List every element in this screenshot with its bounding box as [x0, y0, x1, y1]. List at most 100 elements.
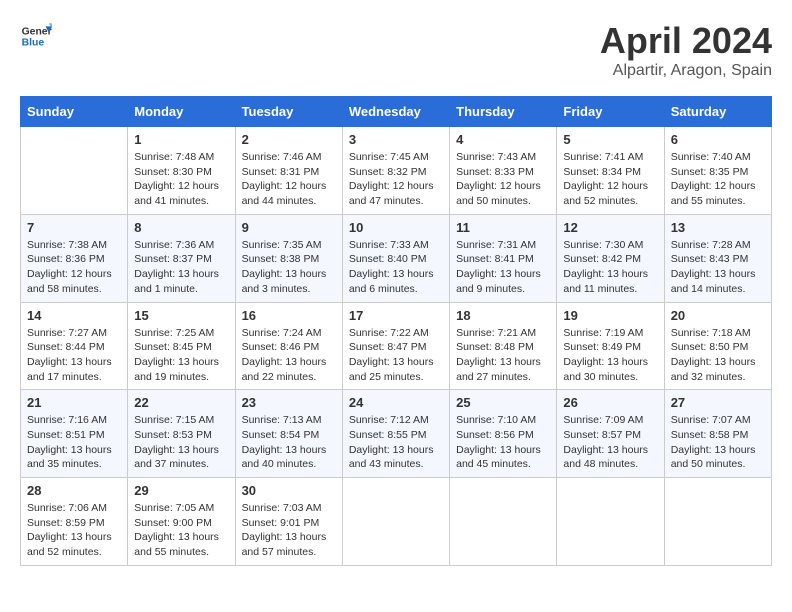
- day-number: 23: [242, 395, 336, 410]
- column-headers: SundayMondayTuesdayWednesdayThursdayFrid…: [21, 97, 772, 127]
- col-header-sunday: Sunday: [21, 97, 128, 127]
- day-number: 27: [671, 395, 765, 410]
- day-number: 30: [242, 483, 336, 498]
- day-number: 2: [242, 132, 336, 147]
- day-number: 28: [27, 483, 121, 498]
- day-number: 17: [349, 308, 443, 323]
- day-number: 29: [134, 483, 228, 498]
- calendar-cell: 5 Sunrise: 7:41 AM Sunset: 8:34 PM Daylig…: [557, 127, 664, 215]
- calendar-cell: 28 Sunrise: 7:06 AM Sunset: 8:59 PM Dayli…: [21, 478, 128, 566]
- day-info: Sunrise: 7:16 AM Sunset: 8:51 PM Dayligh…: [27, 413, 121, 472]
- calendar-cell: 6Sunrise: 7:40 AM Sunset: 8:35 PM Daylig…: [664, 127, 771, 215]
- col-header-monday: Monday: [128, 97, 235, 127]
- day-number: 16: [242, 308, 336, 323]
- calendar-cell: 15Sunrise: 7:25 AM Sunset: 8:45 PM Dayli…: [128, 302, 235, 390]
- calendar-cell: 30 Sunrise: 7:03 AM Sunset: 9:01 PM Dayli…: [235, 478, 342, 566]
- day-number: 10: [349, 220, 443, 235]
- col-header-wednesday: Wednesday: [342, 97, 449, 127]
- day-number: 11: [456, 220, 550, 235]
- day-info: Sunrise: 7:03 AM Sunset: 9:01 PM Dayligh…: [242, 501, 336, 560]
- location-title: Alpartir, Aragon, Spain: [600, 62, 772, 80]
- calendar-cell: 25Sunrise: 7:10 AM Sunset: 8:56 PM Dayli…: [450, 390, 557, 478]
- day-number: 13: [671, 220, 765, 235]
- col-header-saturday: Saturday: [664, 97, 771, 127]
- day-info: Sunrise: 7:48 AM Sunset: 8:30 PM Dayligh…: [134, 150, 228, 209]
- day-info: Sunrise: 7:35 AM Sunset: 8:38 PM Dayligh…: [242, 238, 336, 297]
- day-info: Sunrise: 7:19 AM Sunset: 8:49 PM Dayligh…: [563, 326, 657, 385]
- day-info: Sunrise: 7:28 AM Sunset: 8:43 PM Dayligh…: [671, 238, 765, 297]
- logo-icon: General Blue: [20, 20, 52, 52]
- day-info: Sunrise: 7:30 AM Sunset: 8:42 PM Dayligh…: [563, 238, 657, 297]
- title-block: April 2024 Alpartir, Aragon, Spain: [600, 20, 772, 80]
- calendar-cell: [450, 478, 557, 566]
- day-info: Sunrise: 7:07 AM Sunset: 8:58 PM Dayligh…: [671, 413, 765, 472]
- day-info: Sunrise: 7:31 AM Sunset: 8:41 PM Dayligh…: [456, 238, 550, 297]
- day-number: 15: [134, 308, 228, 323]
- calendar-cell: 10 Sunrise: 7:33 AM Sunset: 8:40 PM Dayli…: [342, 214, 449, 302]
- day-number: 4: [456, 132, 550, 147]
- calendar-cell: 2 Sunrise: 7:46 AM Sunset: 8:31 PM Daylig…: [235, 127, 342, 215]
- day-info: Sunrise: 7:10 AM Sunset: 8:56 PM Dayligh…: [456, 413, 550, 472]
- day-number: 7: [27, 220, 121, 235]
- logo: General Blue: [20, 20, 52, 52]
- day-number: 18: [456, 308, 550, 323]
- day-info: Sunrise: 7:15 AM Sunset: 8:53 PM Dayligh…: [134, 413, 228, 472]
- day-number: 12: [563, 220, 657, 235]
- calendar-cell: 16 Sunrise: 7:24 AM Sunset: 8:46 PM Dayli…: [235, 302, 342, 390]
- day-info: Sunrise: 7:21 AM Sunset: 8:48 PM Dayligh…: [456, 326, 550, 385]
- day-info: Sunrise: 7:06 AM Sunset: 8:59 PM Dayligh…: [27, 501, 121, 560]
- day-number: 3: [349, 132, 443, 147]
- calendar-cell: [21, 127, 128, 215]
- day-number: 20: [671, 308, 765, 323]
- day-info: Sunrise: 7:33 AM Sunset: 8:40 PM Dayligh…: [349, 238, 443, 297]
- calendar-cell: 23 Sunrise: 7:13 AM Sunset: 8:54 PM Dayli…: [235, 390, 342, 478]
- calendar-cell: [342, 478, 449, 566]
- day-info: Sunrise: 7:12 AM Sunset: 8:55 PM Dayligh…: [349, 413, 443, 472]
- calendar-cell: 27 Sunrise: 7:07 AM Sunset: 8:58 PM Dayli…: [664, 390, 771, 478]
- day-info: Sunrise: 7:27 AM Sunset: 8:44 PM Dayligh…: [27, 326, 121, 385]
- day-info: Sunrise: 7:46 AM Sunset: 8:31 PM Dayligh…: [242, 150, 336, 209]
- calendar-cell: 4 Sunrise: 7:43 AM Sunset: 8:33 PM Daylig…: [450, 127, 557, 215]
- col-header-thursday: Thursday: [450, 97, 557, 127]
- day-number: 9: [242, 220, 336, 235]
- calendar-cell: 11 Sunrise: 7:31 AM Sunset: 8:41 PM Dayli…: [450, 214, 557, 302]
- day-info: Sunrise: 7:38 AM Sunset: 8:36 PM Dayligh…: [27, 238, 121, 297]
- day-number: 24: [349, 395, 443, 410]
- day-info: Sunrise: 7:22 AM Sunset: 8:47 PM Dayligh…: [349, 326, 443, 385]
- day-number: 5: [563, 132, 657, 147]
- calendar-cell: 18 Sunrise: 7:21 AM Sunset: 8:48 PM Dayli…: [450, 302, 557, 390]
- calendar-cell: 21Sunrise: 7:16 AM Sunset: 8:51 PM Dayli…: [21, 390, 128, 478]
- calendar-cell: 26Sunrise: 7:09 AM Sunset: 8:57 PM Dayli…: [557, 390, 664, 478]
- week-row-3: 14 Sunrise: 7:27 AM Sunset: 8:44 PM Dayli…: [21, 302, 772, 390]
- day-info: Sunrise: 7:43 AM Sunset: 8:33 PM Dayligh…: [456, 150, 550, 209]
- calendar-cell: 22Sunrise: 7:15 AM Sunset: 8:53 PM Dayli…: [128, 390, 235, 478]
- day-info: Sunrise: 7:45 AM Sunset: 8:32 PM Dayligh…: [349, 150, 443, 209]
- week-row-4: 21Sunrise: 7:16 AM Sunset: 8:51 PM Dayli…: [21, 390, 772, 478]
- calendar-cell: 1 Sunrise: 7:48 AM Sunset: 8:30 PM Daylig…: [128, 127, 235, 215]
- calendar-cell: 13 Sunrise: 7:28 AM Sunset: 8:43 PM Dayli…: [664, 214, 771, 302]
- day-info: Sunrise: 7:40 AM Sunset: 8:35 PM Dayligh…: [671, 150, 765, 209]
- day-info: Sunrise: 7:09 AM Sunset: 8:57 PM Dayligh…: [563, 413, 657, 472]
- day-number: 1: [134, 132, 228, 147]
- day-info: Sunrise: 7:24 AM Sunset: 8:46 PM Dayligh…: [242, 326, 336, 385]
- calendar-cell: 20Sunrise: 7:18 AM Sunset: 8:50 PM Dayli…: [664, 302, 771, 390]
- day-info: Sunrise: 7:36 AM Sunset: 8:37 PM Dayligh…: [134, 238, 228, 297]
- month-title: April 2024: [600, 20, 772, 62]
- svg-text:Blue: Blue: [22, 38, 45, 49]
- day-info: Sunrise: 7:41 AM Sunset: 8:34 PM Dayligh…: [563, 150, 657, 209]
- day-number: 14: [27, 308, 121, 323]
- calendar-cell: [664, 478, 771, 566]
- calendar-table: SundayMondayTuesdayWednesdayThursdayFrid…: [20, 96, 772, 566]
- day-info: Sunrise: 7:05 AM Sunset: 9:00 PM Dayligh…: [134, 501, 228, 560]
- day-number: 19: [563, 308, 657, 323]
- calendar-cell: 7 Sunrise: 7:38 AM Sunset: 8:36 PM Daylig…: [21, 214, 128, 302]
- calendar-cell: 17 Sunrise: 7:22 AM Sunset: 8:47 PM Dayli…: [342, 302, 449, 390]
- day-info: Sunrise: 7:13 AM Sunset: 8:54 PM Dayligh…: [242, 413, 336, 472]
- calendar-cell: 3 Sunrise: 7:45 AM Sunset: 8:32 PM Daylig…: [342, 127, 449, 215]
- week-row-2: 7 Sunrise: 7:38 AM Sunset: 8:36 PM Daylig…: [21, 214, 772, 302]
- calendar-cell: 8 Sunrise: 7:36 AM Sunset: 8:37 PM Daylig…: [128, 214, 235, 302]
- calendar-cell: 29 Sunrise: 7:05 AM Sunset: 9:00 PM Dayli…: [128, 478, 235, 566]
- calendar-cell: 19 Sunrise: 7:19 AM Sunset: 8:49 PM Dayli…: [557, 302, 664, 390]
- day-number: 8: [134, 220, 228, 235]
- calendar-cell: 14 Sunrise: 7:27 AM Sunset: 8:44 PM Dayli…: [21, 302, 128, 390]
